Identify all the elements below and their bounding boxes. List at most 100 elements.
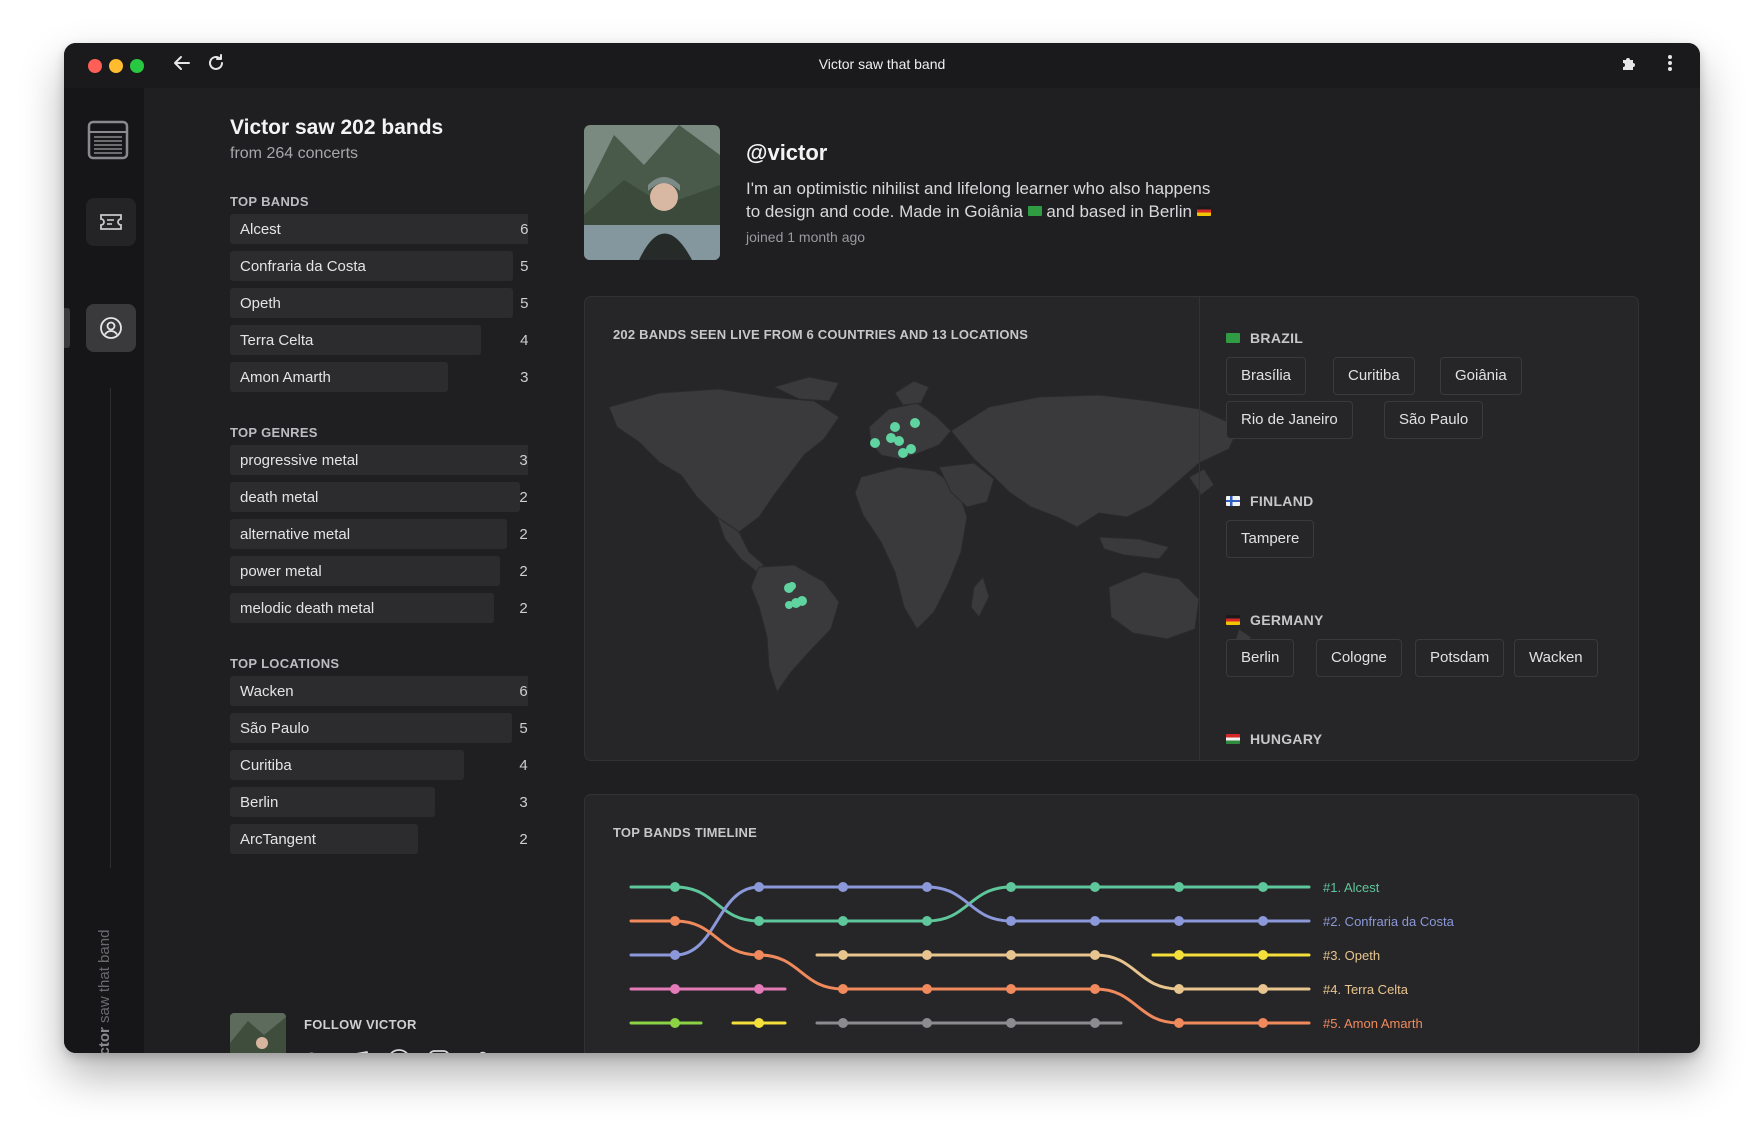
- stat-row[interactable]: Berlin30: [230, 787, 546, 817]
- timeline-point[interactable]: [1090, 950, 1100, 960]
- spotify-icon[interactable]: [386, 1048, 412, 1053]
- timeline-point[interactable]: [754, 882, 764, 892]
- stat-row[interactable]: Amon Amarth3x: [230, 362, 546, 392]
- stat-name: death metal: [240, 489, 319, 506]
- timeline-point[interactable]: [922, 882, 932, 892]
- timeline-chart[interactable]: #1. Alcest #2. Confraria da Costa #3. Opet…: [585, 795, 1638, 1053]
- timeline-point[interactable]: [1006, 950, 1016, 960]
- title-bar: Victor saw that band: [64, 43, 1700, 88]
- puzzle-extension-icon[interactable]: [1620, 53, 1640, 80]
- country-heading: HUNGARY: [1226, 731, 1322, 747]
- location-chip[interactable]: Goiânia: [1440, 357, 1522, 395]
- timeline-label: #1. Alcest: [1323, 880, 1380, 895]
- stat-row[interactable]: ArcTangent24: [230, 824, 546, 854]
- timeline-point[interactable]: [1174, 916, 1184, 926]
- stat-row[interactable]: Alcest6x: [230, 214, 546, 244]
- stat-name: Terra Celta: [240, 332, 314, 349]
- location-chip[interactable]: Rio de Janeiro: [1226, 401, 1353, 439]
- timeline-point[interactable]: [1006, 984, 1016, 994]
- instagram-icon[interactable]: [426, 1048, 452, 1053]
- map-card-title: 202 BANDS SEEN LIVE FROM 6 COUNTRIES AND…: [613, 327, 1029, 342]
- timeline-point[interactable]: [838, 916, 848, 926]
- stats-subtitle: from 264 concerts: [230, 145, 359, 162]
- timeline-point[interactable]: [1258, 984, 1268, 994]
- timeline-point[interactable]: [670, 916, 680, 926]
- timeline-point[interactable]: [754, 1018, 764, 1028]
- stat-row[interactable]: Confraria da Costa5x: [230, 251, 546, 281]
- timeline-point[interactable]: [754, 916, 764, 926]
- location-chip[interactable]: Potsdam: [1415, 639, 1505, 677]
- stat-row[interactable]: progressive metal30: [230, 445, 546, 475]
- stat-row[interactable]: Wacken69: [230, 676, 546, 706]
- location-chip[interactable]: São Paulo: [1384, 401, 1484, 439]
- timeline-point[interactable]: [838, 984, 848, 994]
- stat-row[interactable]: São Paulo57: [230, 713, 546, 743]
- timeline-label: #2. Confraria da Costa: [1323, 914, 1455, 929]
- stat-row[interactable]: melodic death metal22: [230, 593, 546, 623]
- more-options-icon[interactable]: [1666, 53, 1674, 80]
- location-chip[interactable]: Brasília: [1226, 357, 1307, 395]
- follow-avatar[interactable]: [230, 1013, 286, 1053]
- country-flag-icon: [1226, 615, 1240, 625]
- map-card: 202 BANDS SEEN LIVE FROM 6 COUNTRIES AND…: [584, 296, 1639, 761]
- timeline-point[interactable]: [1174, 950, 1184, 960]
- location-chip[interactable]: Berlin: [1226, 639, 1295, 677]
- timeline-point[interactable]: [922, 916, 932, 926]
- timeline-point[interactable]: [1006, 1018, 1016, 1028]
- stat-name: Berlin: [240, 794, 279, 811]
- stat-name: progressive metal: [240, 452, 359, 469]
- timeline-point[interactable]: [838, 882, 848, 892]
- location-chip[interactable]: Cologne: [1316, 639, 1402, 677]
- timeline-point[interactable]: [670, 984, 680, 994]
- stat-name: São Paulo: [240, 720, 310, 737]
- timeline-point[interactable]: [670, 882, 680, 892]
- timeline-point[interactable]: [922, 984, 932, 994]
- timeline-point[interactable]: [754, 984, 764, 994]
- timeline-point[interactable]: [1258, 1018, 1268, 1028]
- country-name: BRAZIL: [1250, 330, 1304, 346]
- timeline-point[interactable]: [922, 950, 932, 960]
- location-chip[interactable]: Curitiba: [1333, 357, 1415, 395]
- timeline-point[interactable]: [754, 950, 764, 960]
- stat-name: Confraria da Costa: [240, 258, 366, 275]
- profile-avatar[interactable]: [584, 125, 720, 260]
- timeline-point[interactable]: [1090, 916, 1100, 926]
- location-chip[interactable]: Wacken: [1514, 639, 1598, 677]
- timeline-point[interactable]: [1006, 882, 1016, 892]
- timeline-point[interactable]: [1090, 1018, 1100, 1028]
- country-flag-icon: [1226, 734, 1240, 744]
- location-chip[interactable]: Tampere: [1226, 520, 1315, 558]
- stat-row[interactable]: death metal26: [230, 482, 546, 512]
- confraria-line: [629, 885, 1311, 957]
- timeline-point[interactable]: [1090, 882, 1100, 892]
- timeline-point[interactable]: [1174, 984, 1184, 994]
- link-icon[interactable]: [466, 1048, 492, 1053]
- bio-line-2: to design and code. Made in Goiânia and …: [746, 200, 1276, 223]
- stat-name: Wacken: [240, 683, 294, 700]
- timeline-point[interactable]: [922, 1018, 932, 1028]
- timeline-point[interactable]: [1258, 882, 1268, 892]
- apple-music-icon[interactable]: [346, 1048, 372, 1053]
- locations-panel: BRAZIL Brasília Curitiba Goiânia Rio de Jane…: [1199, 297, 1638, 760]
- stat-row[interactable]: Curitiba40: [230, 750, 546, 780]
- timeline-point[interactable]: [1174, 882, 1184, 892]
- timeline-point[interactable]: [1006, 916, 1016, 926]
- lastfm-icon[interactable]: [304, 1048, 330, 1053]
- stat-row[interactable]: power metal23: [230, 556, 546, 586]
- timeline-point[interactable]: [670, 1018, 680, 1028]
- country-flag-icon: [1226, 496, 1240, 506]
- timeline-point[interactable]: [1258, 950, 1268, 960]
- stat-row[interactable]: Terra Celta4x: [230, 325, 546, 355]
- timeline-point[interactable]: [670, 950, 680, 960]
- world-map[interactable]: [599, 367, 1269, 697]
- window-title: Victor saw that band: [818, 56, 946, 72]
- stat-row[interactable]: Opeth5x: [230, 288, 546, 318]
- timeline-point[interactable]: [838, 950, 848, 960]
- timeline-point[interactable]: [1090, 984, 1100, 994]
- stat-row[interactable]: alternative metal24: [230, 519, 546, 549]
- timeline-point[interactable]: [1174, 1018, 1184, 1028]
- timeline-point[interactable]: [838, 1018, 848, 1028]
- timeline-point[interactable]: [1258, 916, 1268, 926]
- app-window: Victor saw that band victor saw that ban…: [64, 43, 1700, 1053]
- top-bands-label: TOP BANDS: [230, 194, 309, 209]
